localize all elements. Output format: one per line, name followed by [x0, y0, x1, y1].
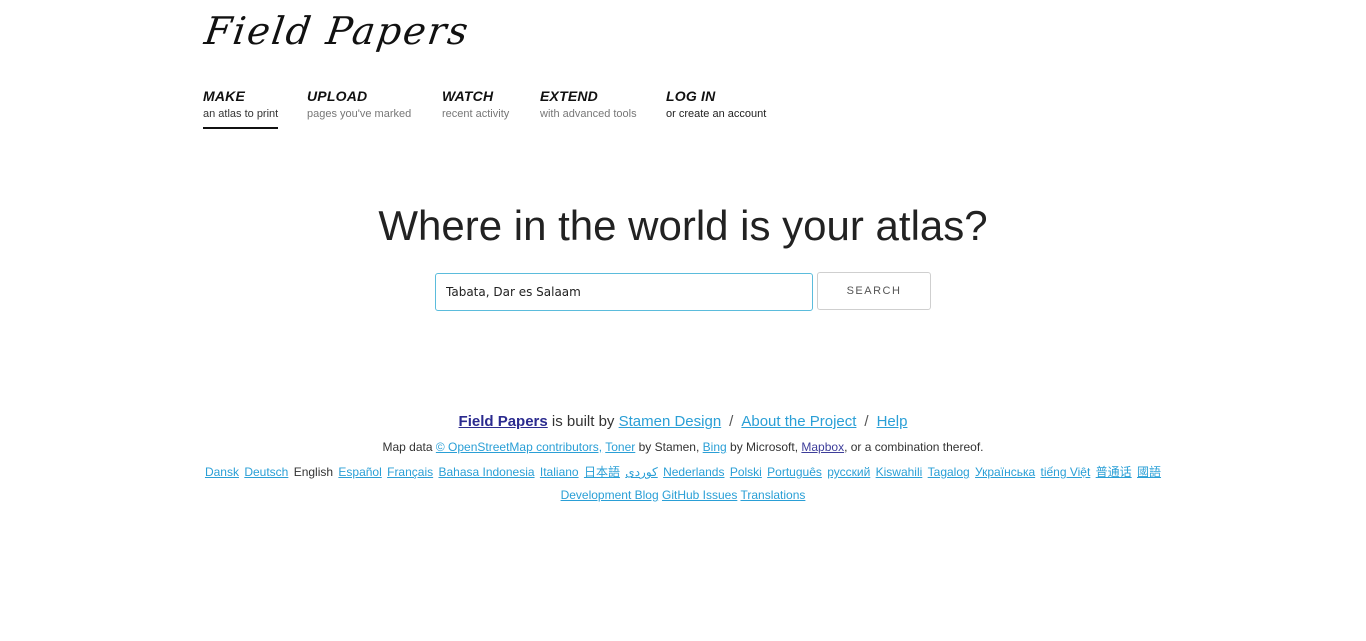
map-data-credits: Map data © OpenStreetMap contributors, T… — [0, 440, 1366, 454]
footer-links: Development Blog GitHub Issues Translati… — [0, 488, 1366, 502]
help-link[interactable]: Help — [877, 413, 908, 430]
language-link[interactable]: Українська — [975, 465, 1035, 479]
language-list: Dansk Deutsch English Español Français B… — [0, 463, 1366, 480]
bing-link[interactable]: Bing — [703, 440, 727, 454]
nav-make-subtitle: an atlas to print — [203, 108, 279, 120]
nav-upload-subtitle: pages you've marked — [307, 108, 412, 120]
nav-make[interactable]: MAKE an atlas to print — [203, 88, 279, 129]
nav-extend[interactable]: EXTEND with advanced tools — [540, 88, 637, 121]
language-link[interactable]: Italiano — [540, 465, 579, 479]
built-by-text: is built by — [547, 413, 619, 430]
nav-login-title: LOG IN — [666, 88, 716, 104]
translations-link[interactable]: Translations — [740, 488, 805, 502]
field-papers-logo[interactable]: Field Papers — [202, 9, 473, 53]
mapbox-link[interactable]: Mapbox — [801, 440, 844, 454]
current-language: English — [293, 465, 334, 479]
nav-upload-title: UPLOAD — [307, 88, 368, 104]
search-button[interactable]: SEARCH — [817, 272, 931, 310]
nav-login[interactable]: LOG IN or create an account — [666, 88, 766, 121]
nav-watch[interactable]: WATCH recent activity — [442, 88, 509, 121]
language-link[interactable]: Bahasa Indonesia — [438, 465, 534, 479]
language-link[interactable]: Español — [338, 465, 381, 479]
language-link[interactable]: русский — [827, 465, 870, 479]
github-issues-link[interactable]: GitHub Issues — [662, 488, 737, 502]
language-link[interactable]: کوردی — [625, 465, 657, 479]
osm-link[interactable]: © OpenStreetMap contributors, — [436, 440, 602, 454]
language-link[interactable]: 普通话 — [1096, 465, 1132, 479]
by-stamen-text: by Stamen, — [635, 440, 703, 454]
language-link[interactable]: Nederlands — [663, 465, 724, 479]
map-data-prefix: Map data — [382, 440, 436, 454]
about-project-link[interactable]: About the Project — [741, 413, 856, 430]
nav-watch-title: WATCH — [442, 88, 494, 104]
language-link[interactable]: Kiswahili — [876, 465, 923, 479]
language-link[interactable]: Deutsch — [244, 465, 288, 479]
page: Field Papers MAKE an atlas to print UPLO… — [0, 0, 1366, 641]
map-data-suffix: , or a combination thereof. — [844, 440, 984, 454]
location-search-input[interactable] — [435, 273, 813, 311]
nav-upload[interactable]: UPLOAD pages you've marked — [307, 88, 411, 121]
page-heading: Where in the world is your atlas? — [378, 202, 988, 249]
language-link[interactable]: Dansk — [205, 465, 239, 479]
footer-separator: / — [729, 413, 734, 430]
language-link[interactable]: 日本語 — [584, 465, 620, 479]
development-blog-link[interactable]: Development Blog — [561, 488, 659, 502]
by-microsoft-text: by Microsoft, — [726, 440, 802, 454]
toner-link[interactable]: Toner — [605, 440, 635, 454]
language-link[interactable]: Polski — [730, 465, 762, 479]
stamen-design-link[interactable]: Stamen Design — [619, 413, 722, 430]
nav-watch-subtitle: recent activity — [442, 108, 510, 120]
nav-login-subtitle: or create an account — [666, 108, 767, 120]
language-link[interactable]: 國語 — [1137, 465, 1161, 479]
language-link[interactable]: Tagalog — [928, 465, 970, 479]
language-link[interactable]: tiếng Việt — [1040, 465, 1090, 479]
footer-separator: / — [864, 413, 869, 430]
nav-make-title: MAKE — [203, 88, 246, 104]
nav-extend-subtitle: with advanced tools — [540, 108, 637, 120]
footer-credits: Field Papers is built by Stamen Design / A… — [0, 413, 1366, 430]
nav-extend-title: EXTEND — [540, 88, 598, 104]
language-link[interactable]: Français — [387, 465, 433, 479]
field-papers-link[interactable]: Field Papers — [459, 413, 548, 430]
language-link[interactable]: Português — [767, 465, 822, 479]
